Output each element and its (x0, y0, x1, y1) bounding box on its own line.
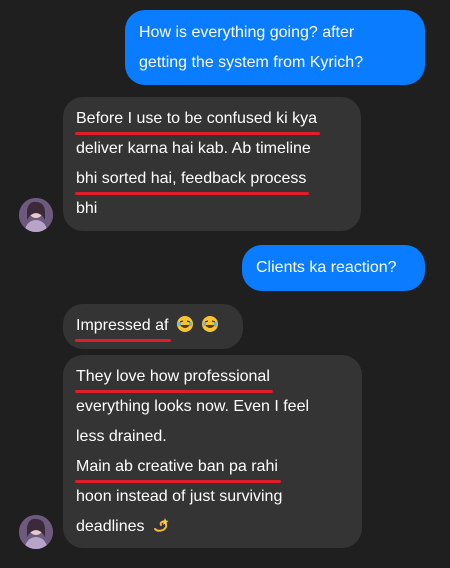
contact-avatar[interactable] (19, 198, 53, 232)
message-line: everything looks now. Even I feel (76, 398, 310, 415)
highlighted-message-line: bhi sorted hai, feedback process (74, 164, 310, 195)
highlighted-message-line: Before I use to be confused ki kya (74, 104, 321, 135)
message-line-wrapper: They love how professional (75, 362, 349, 393)
incoming-message[interactable]: Before I use to be confused ki kya deliv… (63, 97, 361, 231)
message-line-wrapper: Before I use to be confused ki kya (74, 104, 348, 135)
message-line: Clients ka reaction? (256, 259, 397, 276)
message-line: less drained. (76, 428, 167, 445)
avatar-image (19, 198, 53, 232)
message-line-wrapper: deadlines (76, 512, 349, 542)
avatar-image (19, 515, 53, 549)
message-line-wrapper: bhi sorted hai, feedback process (74, 164, 348, 195)
highlighted-message-line: Impressed af (74, 311, 172, 342)
message-line-wrapper: Impressed af (74, 311, 230, 342)
dizzy-emoji (152, 515, 170, 533)
message-line-wrapper: Main ab creative ban pa rahi (75, 452, 349, 483)
message-line: bhi (76, 200, 98, 217)
highlighted-message-line: They love how professional (75, 362, 273, 393)
highlighted-message-line: Main ab creative ban pa rahi (75, 452, 281, 483)
incoming-message[interactable]: Impressed af (63, 304, 243, 349)
message-line: getting the system from Kyrich? (139, 54, 364, 71)
outgoing-message[interactable]: How is everything going? after getting t… (125, 10, 425, 85)
message-line: hoon instead of just surviving (76, 488, 283, 505)
rolling-on-floor-laughing-emoji (201, 314, 219, 332)
rolling-on-floor-laughing-emoji (176, 314, 194, 332)
chat-thread: How is everything going? after getting t… (0, 0, 450, 568)
message-line: deliver karna hai kab. Ab timeline (76, 140, 311, 157)
message-line: How is everything going? after (139, 24, 355, 41)
incoming-message[interactable]: They love how professional everything lo… (63, 355, 362, 548)
message-line: deadlines (76, 518, 145, 535)
contact-avatar[interactable] (19, 515, 53, 549)
outgoing-message[interactable]: Clients ka reaction? (242, 245, 425, 291)
